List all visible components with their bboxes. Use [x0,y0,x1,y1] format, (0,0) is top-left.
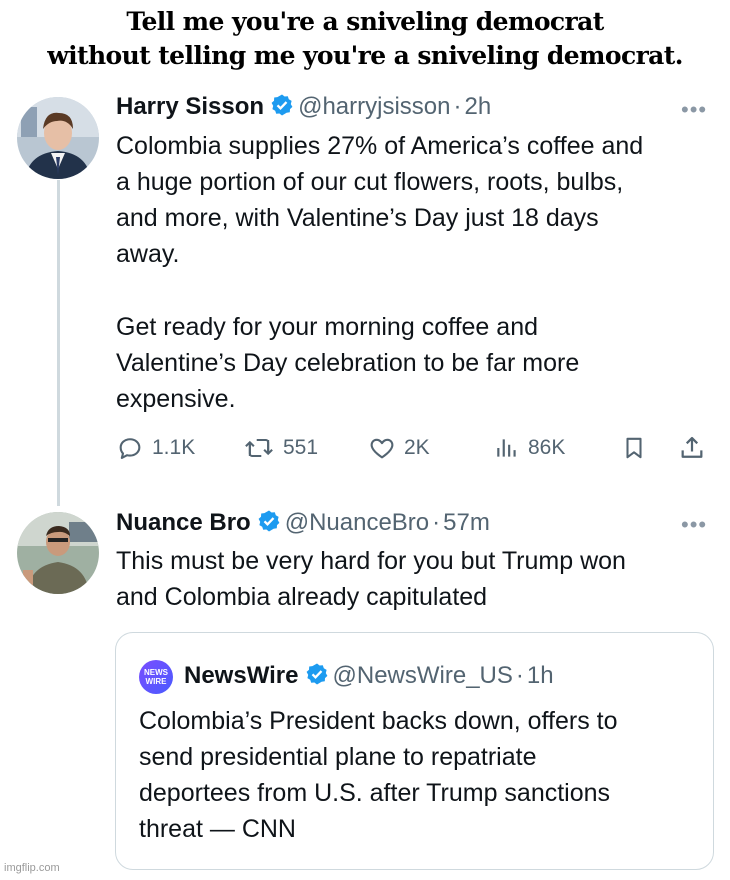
heart-icon [370,438,394,459]
tweet1-line-6: Valentine’s Day celebration to be far mo… [116,349,580,377]
tweet2-handle[interactable]: @NuanceBro [285,509,429,536]
tweet1-author-name[interactable]: Harry Sisson [116,93,264,120]
tweet1-line-2: a huge portion of our cut flowers, roots… [116,168,624,196]
avatar-harry-sisson[interactable] [17,97,99,179]
views-count: 86K [528,436,566,459]
verified-badge-icon [305,662,329,694]
like-count: 2K [404,436,430,459]
tweet2-line-2: and Colombia already capitulated [116,583,488,611]
tweet1-line-4: away. [116,240,180,268]
retweet-count: 551 [283,436,319,459]
imgflip-watermark: imgflip.com [4,862,60,874]
tweet2-body: This must be very hard for you but Trump… [116,543,626,615]
tweet1-body: Colombia supplies 27% of America’s coffe… [116,128,643,272]
meme-caption: Tell me you're a sniveling democrat with… [0,5,730,73]
reply-icon [119,438,141,459]
views-button[interactable]: 86K [494,428,565,468]
verified-badge-icon [270,93,294,125]
tweet2-timestamp[interactable]: 57m [443,509,490,536]
like-button[interactable]: 2K [368,428,430,468]
reply-button[interactable]: 1.1K [116,428,195,468]
quoted-line-4: threat — CNN [139,815,296,843]
tweet1-action-bar: 1.1K 551 2K 86K [116,428,711,468]
logo-text-wire: WIRE [145,677,167,686]
quoted-line-3: deportees from U.S. after Trump sanction… [139,779,611,807]
logo-text-news: NEWS [144,668,168,677]
tweet1-more-options-icon[interactable]: ••• [681,97,707,123]
tweet1-timestamp[interactable]: 2h [464,93,491,120]
caption-line-2: without telling me you're a sniveling de… [47,41,683,70]
tweet1-handle[interactable]: @harryjsisson [298,93,450,120]
tweet1-body-paragraph-2: Get ready for your morning coffee and Va… [116,309,579,417]
quoted-line-2: send presidential plane to repatriate [139,743,537,771]
quoted-handle[interactable]: @NewsWire_US [333,662,513,689]
tweet1-header: Harry Sisson @harryjsisson · 2h [116,92,491,125]
caption-line-1: Tell me you're a sniveling democrat [126,7,604,36]
newswire-logo-avatar[interactable]: NEWS WIRE [139,660,173,694]
tweet2-line-1: This must be very hard for you but Trump… [116,547,626,575]
tweet2-header: Nuance Bro @NuanceBro · 57m [116,508,490,541]
thread-connector-line [57,180,60,506]
quoted-line-1: Colombia’s President backs down, offers … [139,707,618,735]
verified-badge-icon [257,509,281,541]
tweet1-line-5: Get ready for your morning coffee and [116,313,538,341]
tweet1-line-3: and more, with Valentine’s Day just 18 d… [116,204,599,232]
views-icon [497,439,516,457]
avatar-nuance-bro[interactable] [17,512,99,594]
retweet-icon [243,434,273,462]
quoted-author-name[interactable]: NewsWire [184,662,299,689]
bookmark-icon [626,437,642,459]
share-icon [681,436,703,458]
tweet1-line-1: Colombia supplies 27% of America’s coffe… [116,132,644,160]
bookmark-button[interactable] [621,428,655,468]
tweet1-line-7: expensive. [116,385,236,413]
tweet2-more-options-icon[interactable]: ••• [681,512,707,538]
quoted-tweet-body: Colombia’s President backs down, offers … [139,703,618,847]
separator-dot: · [453,93,462,120]
quoted-tweet-header: NewsWire @NewsWire_US · 1h [184,661,554,694]
separator-dot: · [432,509,441,536]
quoted-timestamp[interactable]: 1h [527,662,554,689]
separator-dot: · [515,662,524,689]
share-button[interactable] [678,428,714,468]
retweet-button[interactable]: 551 [243,428,318,468]
tweet2-author-name[interactable]: Nuance Bro [116,509,251,536]
reply-count: 1.1K [152,436,196,459]
